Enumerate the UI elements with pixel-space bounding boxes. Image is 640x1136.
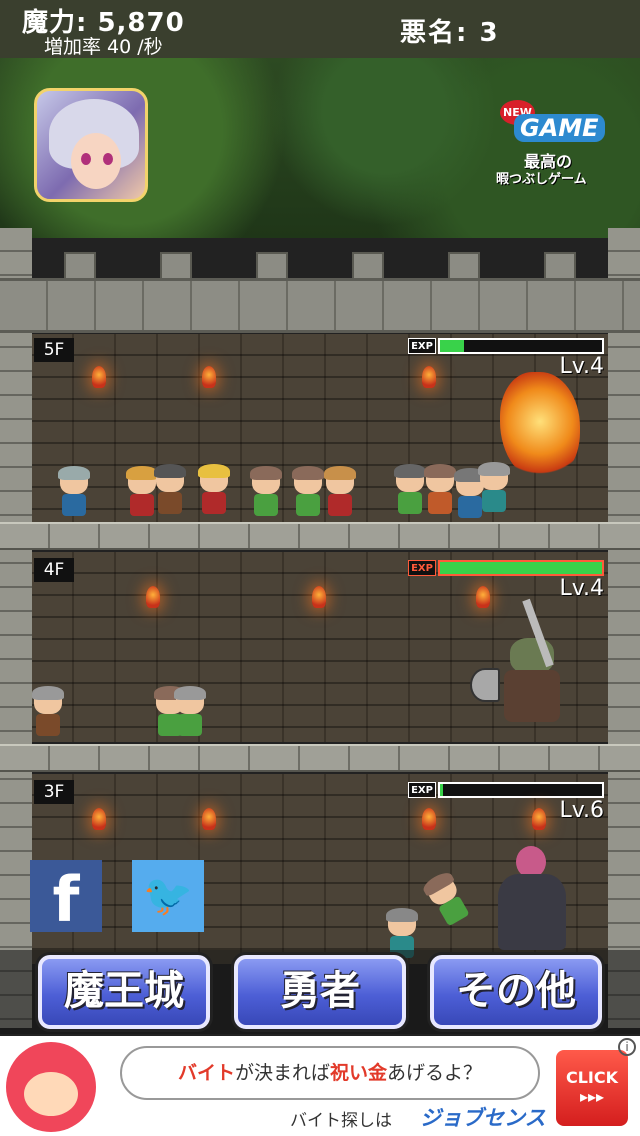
exp-fill-3f bbox=[440, 784, 444, 796]
hero-sprite bbox=[476, 462, 510, 514]
torch-icon bbox=[422, 366, 436, 388]
hero-sprite bbox=[30, 686, 64, 738]
hero-sprite bbox=[196, 464, 230, 516]
hero-sprite bbox=[172, 686, 206, 738]
hero-sprite bbox=[322, 466, 356, 518]
castle-right-tower bbox=[608, 228, 640, 1028]
exp-tag: EXP bbox=[408, 782, 436, 798]
infamy-counter: 悪名: 3 bbox=[400, 18, 500, 48]
other-menu-button[interactable]: その他 bbox=[430, 955, 602, 1029]
torch-icon bbox=[202, 808, 216, 830]
torch-icon bbox=[532, 808, 546, 830]
exp-fill-5f bbox=[440, 340, 465, 352]
dark-priest-boss[interactable] bbox=[490, 846, 574, 950]
hero-sprite bbox=[392, 464, 426, 516]
ad-brand: ジョブセンス bbox=[420, 1106, 546, 1130]
hero-sprite bbox=[56, 466, 90, 518]
hero-sprite bbox=[290, 466, 324, 518]
ad-click-arrows: ▸▸▸ bbox=[579, 1087, 605, 1106]
ad-info-icon[interactable]: i bbox=[618, 1038, 636, 1056]
exp-meter-3f: EXP bbox=[408, 782, 604, 798]
hero-sprite bbox=[152, 464, 186, 516]
floor-label-5f: 5F bbox=[34, 338, 74, 362]
torch-icon bbox=[202, 366, 216, 388]
torch-icon bbox=[422, 808, 436, 830]
castle-left-tower bbox=[0, 228, 32, 1028]
ad-click-button[interactable]: CLICK ▸▸▸ bbox=[556, 1050, 628, 1126]
torch-icon bbox=[92, 366, 106, 388]
twitter-share-button[interactable]: 🐦 bbox=[132, 860, 204, 932]
floor-ledge bbox=[0, 522, 640, 550]
floor-level-3f: Lv.6 bbox=[559, 798, 604, 823]
mana-rate: 増加率 40 /秒 bbox=[44, 36, 163, 58]
torch-icon bbox=[92, 808, 106, 830]
promo-game-badge[interactable]: NEW GAME 最高の 暇つぶしゲーム bbox=[496, 96, 606, 192]
hero-sprite bbox=[422, 464, 456, 516]
exp-meter-4f: EXP bbox=[408, 560, 604, 576]
ad-text-part: あげるよ？ bbox=[387, 1062, 483, 1084]
ad-text-part: バイト bbox=[177, 1062, 235, 1084]
ad-text-part: 祝い金 bbox=[330, 1062, 388, 1084]
hero-sprite bbox=[248, 466, 282, 518]
exp-fill-4f bbox=[440, 562, 602, 574]
facebook-share-button[interactable]: f bbox=[30, 860, 102, 936]
hero-menu-button[interactable]: 勇者 bbox=[234, 955, 406, 1029]
game-label: GAME bbox=[514, 114, 605, 142]
ad-speech-bubble: バイトが決まれば祝い金あげるよ？ bbox=[120, 1046, 540, 1100]
promo-line2: 暇つぶしゲーム bbox=[496, 172, 587, 187]
castle-menu-button[interactable]: 魔王城 bbox=[38, 955, 210, 1029]
floor-ledge bbox=[0, 744, 640, 772]
ad-click-label: CLICK bbox=[565, 1068, 619, 1087]
ad-subtext: バイト探しは bbox=[290, 1111, 392, 1131]
status-bar: 魔力: 5,870 増加率 40 /秒 悪名: 3 bbox=[0, 0, 640, 58]
exp-tag: EXP bbox=[408, 560, 436, 576]
floor-label-4f: 4F bbox=[34, 558, 74, 582]
bear-mascot-icon bbox=[6, 1042, 96, 1132]
exp-meter-5f: EXP bbox=[408, 338, 604, 354]
torch-icon bbox=[312, 586, 326, 608]
ad-banner[interactable]: バイトが決まれば祝い金あげるよ？ バイト探しは ジョブセンス CLICK ▸▸▸… bbox=[0, 1036, 640, 1136]
floor-label-3f: 3F bbox=[34, 780, 74, 804]
goblin-warrior-boss[interactable] bbox=[470, 598, 598, 744]
floor-level-5f: Lv.4 bbox=[559, 354, 604, 379]
exp-tag: EXP bbox=[408, 338, 436, 354]
featured-heroine-icon[interactable] bbox=[34, 88, 148, 202]
castle-wall-top bbox=[0, 278, 640, 333]
ad-text-part: が決まれば bbox=[234, 1062, 330, 1084]
torch-icon bbox=[146, 586, 160, 608]
